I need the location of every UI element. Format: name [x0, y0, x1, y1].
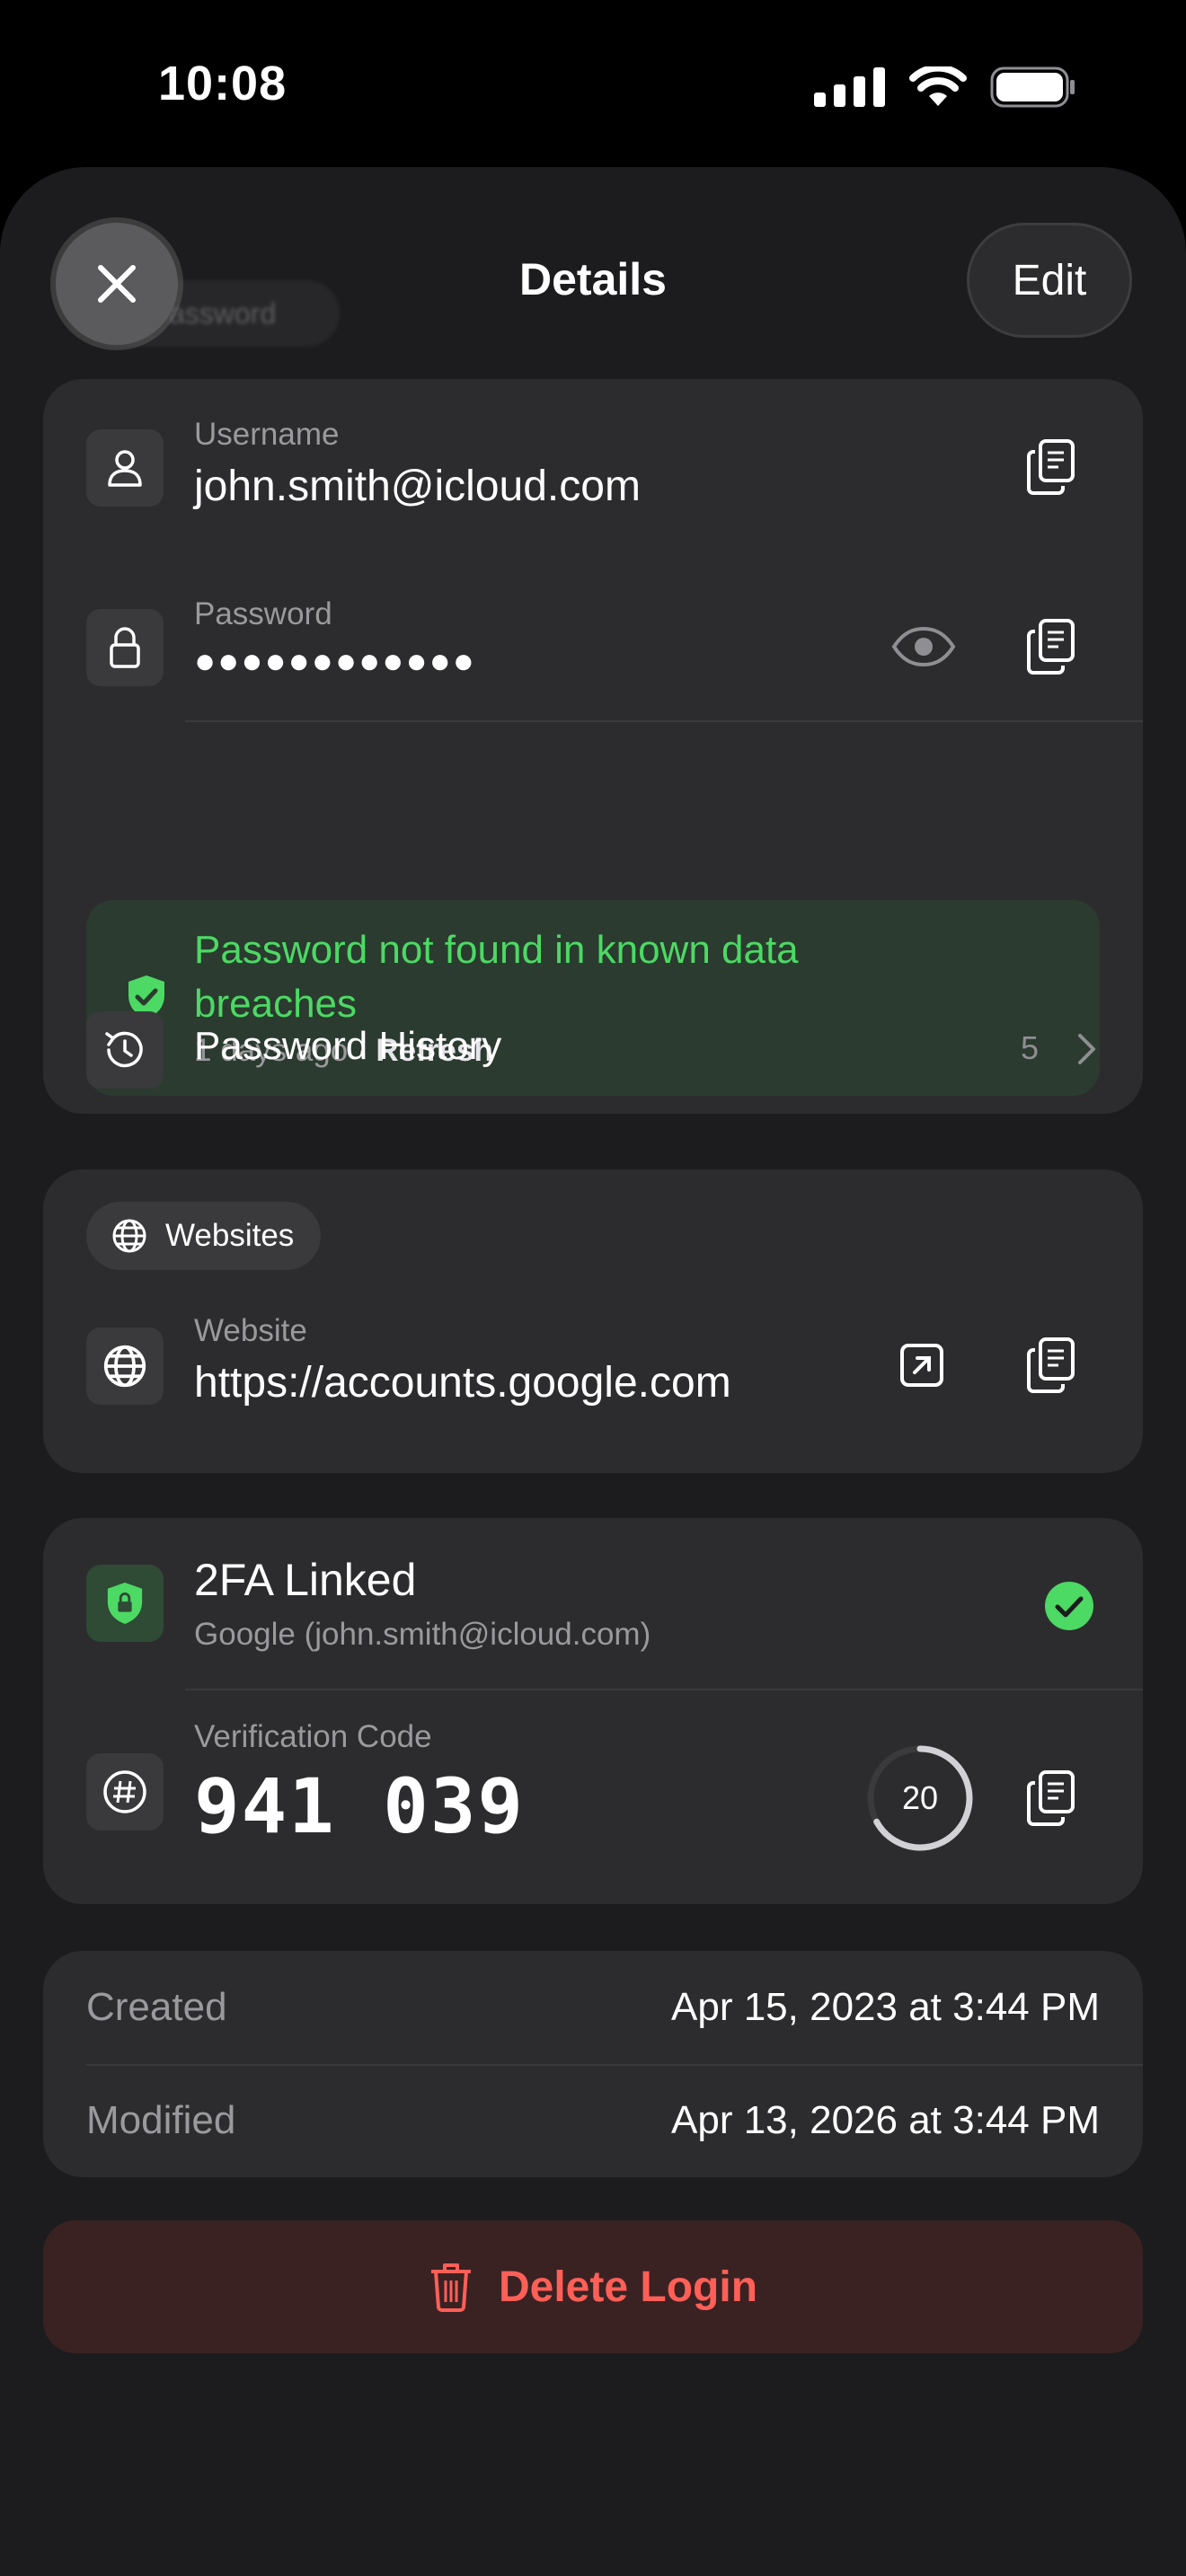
copy-icon	[1027, 619, 1075, 675]
verification-code-value: 941 039	[194, 1762, 526, 1850]
twofa-title: 2FA Linked	[194, 1555, 417, 1605]
chevron-right-icon	[1078, 1034, 1095, 1064]
modified-row: Modified Apr 13, 2026 at 3:44 PM	[86, 2098, 1100, 2152]
websites-card: Websites Website https://accounts.google…	[43, 1169, 1143, 1473]
created-value: Apr 15, 2023 at 3:44 PM	[671, 1985, 1100, 2029]
reveal-password-button[interactable]	[888, 611, 960, 683]
twofa-card: 2FA Linked Google (john.smith@icloud.com…	[43, 1518, 1143, 1904]
trash-icon	[430, 2263, 471, 2312]
website-row[interactable]: Website https://accounts.google.com	[43, 1292, 1143, 1471]
website-label: Website	[194, 1313, 307, 1348]
website-value: https://accounts.google.com	[194, 1359, 731, 1407]
created-label: Created	[86, 1985, 227, 2029]
status-bar: 10:08	[0, 0, 1186, 171]
username-label: Username	[194, 417, 340, 452]
modified-value: Apr 13, 2026 at 3:44 PM	[671, 2098, 1100, 2142]
copy-username-button[interactable]	[1015, 431, 1087, 503]
external-link-icon	[900, 1344, 943, 1387]
open-website-button[interactable]	[886, 1329, 958, 1401]
created-row: Created Apr 15, 2023 at 3:44 PM	[86, 1985, 1100, 2039]
password-row[interactable]: Password ●●●●●●●●●●●●	[43, 555, 1143, 735]
delete-login-button[interactable]: Delete Login	[43, 2220, 1143, 2353]
verification-code-row[interactable]: Verification Code 941 039 20	[43, 1690, 1143, 1904]
password-value: ●●●●●●●●●●●●	[194, 641, 476, 681]
shield-lock-icon	[86, 1565, 164, 1642]
twofa-status-row: 2FA Linked Google (john.smith@icloud.com…	[43, 1518, 1143, 1689]
username-row[interactable]: Username john.smith@icloud.com	[43, 379, 1143, 555]
code-timer-value: 20	[901, 1779, 939, 1816]
status-icons	[814, 66, 1076, 108]
person-icon	[86, 429, 164, 507]
eye-icon	[891, 626, 956, 667]
password-history-row[interactable]: Password History 5	[43, 981, 1143, 1125]
modified-label: Modified	[86, 2098, 236, 2142]
copy-code-button[interactable]	[1015, 1762, 1087, 1834]
lock-icon	[86, 609, 164, 686]
copy-website-button[interactable]	[1015, 1329, 1087, 1401]
edit-button[interactable]: Edit	[967, 223, 1132, 338]
copy-icon	[1027, 1337, 1075, 1393]
websites-section-pill: Websites	[86, 1202, 322, 1270]
cellular-signal-icon	[814, 67, 885, 107]
copy-icon	[1027, 439, 1075, 495]
metadata-card: Created Apr 15, 2023 at 3:44 PM Modified…	[43, 1951, 1143, 2177]
checkmark-circle-icon	[1045, 1582, 1093, 1630]
code-timer: 20	[866, 1744, 974, 1852]
globe-icon	[86, 1328, 164, 1405]
verification-code-label: Verification Code	[194, 1719, 432, 1754]
metadata-separator	[86, 2064, 1143, 2066]
password-label: Password	[194, 596, 332, 631]
password-history-label: Password History	[194, 1024, 502, 1068]
twofa-subtitle: Google (john.smith@icloud.com)	[194, 1617, 651, 1652]
copy-icon	[1027, 1770, 1075, 1826]
battery-icon	[990, 66, 1075, 108]
websites-section-label: Websites	[165, 1218, 295, 1253]
username-value: john.smith@icloud.com	[194, 463, 641, 510]
clock-history-icon	[86, 1011, 164, 1089]
wifi-icon	[909, 66, 967, 106]
globe-icon	[112, 1219, 146, 1253]
hash-icon	[86, 1753, 164, 1831]
status-time: 10:08	[158, 57, 288, 110]
details-sheet: Password Details Edit Username john.smit…	[0, 167, 1186, 2576]
password-history-count: 5	[1021, 1029, 1040, 1066]
delete-login-label: Delete Login	[498, 2263, 758, 2311]
copy-password-button[interactable]	[1015, 611, 1087, 683]
